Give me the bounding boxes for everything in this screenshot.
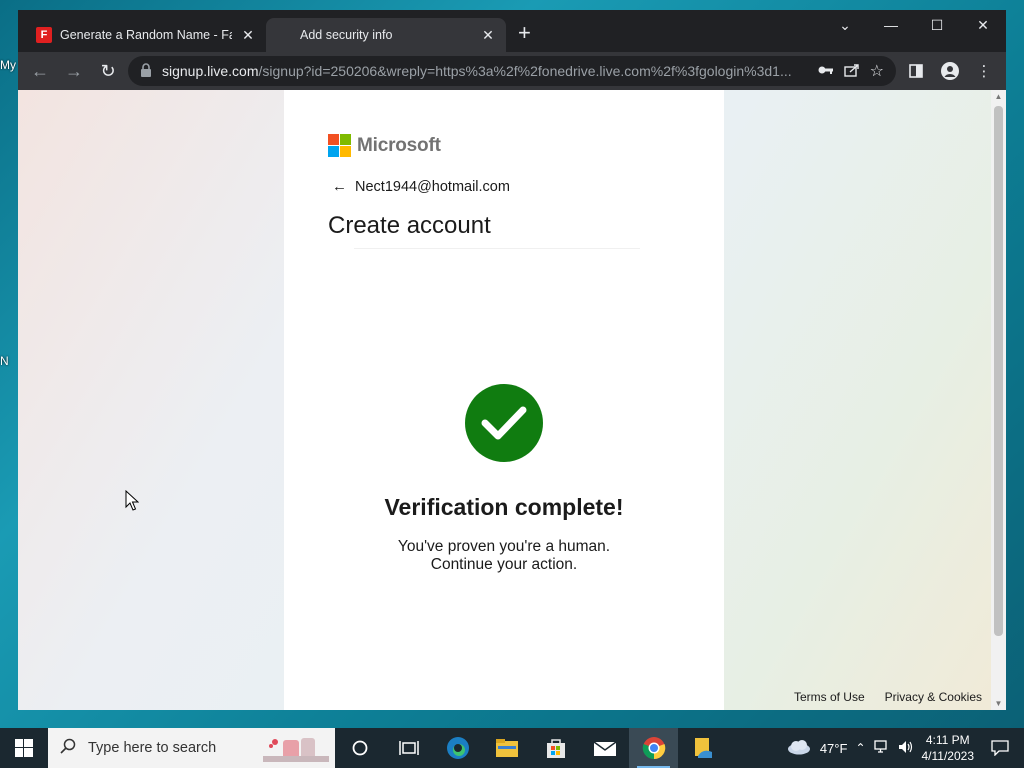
windows-start-icon[interactable]	[0, 728, 48, 768]
mouse-cursor-icon	[125, 489, 140, 517]
tab-search-dropdown-icon[interactable]: ⌄	[822, 10, 868, 40]
minimize-button[interactable]: —	[868, 10, 914, 40]
page-viewport: Microsoft ← Nect1944@hotmail.com Create …	[18, 90, 1006, 710]
window-controls: ⌄ — ☐ ✕	[822, 10, 1006, 40]
file-explorer-icon[interactable]	[482, 728, 531, 768]
chrome-icon[interactable]	[629, 728, 678, 768]
clock[interactable]: 4:11 PM 4/11/2023	[922, 732, 975, 764]
back-arrow-icon[interactable]: ←	[332, 178, 347, 195]
verification-title: Verification complete!	[384, 494, 624, 520]
menu-kebab-icon[interactable]: ⋮	[970, 57, 998, 85]
share-icon[interactable]	[843, 63, 860, 80]
taskbar-search-box[interactable]: Type here to search	[48, 728, 335, 768]
tab-strip: F Generate a Random Name - Fake ✕ Add se…	[18, 10, 1006, 52]
search-highlight-decoration-icon	[263, 738, 329, 762]
tab-title: Generate a Random Name - Fake	[60, 28, 232, 42]
side-panel-icon[interactable]	[902, 57, 930, 85]
weather-cloud-icon[interactable]	[786, 739, 812, 758]
maximize-button[interactable]: ☐	[914, 10, 960, 40]
close-icon[interactable]: ✕	[240, 27, 256, 44]
store-icon[interactable]	[531, 728, 580, 768]
desktop-label-fragment: N	[0, 354, 9, 368]
browser-window: F Generate a Random Name - Fake ✕ Add se…	[18, 10, 1006, 710]
clock-time: 4:11 PM	[925, 733, 970, 747]
url-text[interactable]: signup.live.com/signup?id=250206&wreply=…	[162, 63, 808, 79]
browser-toolbar: ← → ↻ signup.live.com/signup?id=250206&w…	[18, 52, 1006, 90]
files-app-icon[interactable]	[678, 728, 727, 768]
scroll-down-arrow-icon[interactable]: ▼	[991, 699, 1006, 708]
clock-date: 4/11/2023	[921, 749, 975, 763]
verification-line: You've proven you're a human.	[397, 538, 611, 555]
close-window-button[interactable]: ✕	[960, 10, 1006, 40]
cortana-icon[interactable]	[335, 728, 384, 768]
task-view-icon[interactable]	[384, 728, 433, 768]
search-icon	[60, 738, 76, 758]
lock-icon[interactable]	[140, 62, 152, 80]
terms-of-use-link[interactable]: Terms of Use	[794, 690, 865, 704]
profile-icon[interactable]	[936, 57, 964, 85]
tab-add-security-info[interactable]: Add security info ✕	[266, 18, 506, 52]
microsoft-logo: Microsoft	[328, 134, 441, 157]
url-host: signup.live.com	[162, 63, 259, 79]
search-placeholder: Type here to search	[88, 740, 217, 756]
mail-icon[interactable]	[580, 728, 629, 768]
system-tray: 47°F ⌃ 4:11 PM 4/11/2023	[786, 728, 1024, 768]
microsoft-logo-icon	[328, 134, 351, 157]
back-arrow-icon[interactable]: ←	[26, 57, 54, 85]
scroll-up-arrow-icon[interactable]: ▲	[991, 92, 1006, 101]
tab-fake-name-generator[interactable]: F Generate a Random Name - Fake ✕	[26, 18, 266, 52]
fakename-f-icon: F	[36, 27, 52, 43]
forward-arrow-icon[interactable]: →	[60, 57, 88, 85]
scrollbar-thumb[interactable]	[994, 106, 1003, 636]
checkmark-icon	[465, 384, 543, 462]
volume-icon[interactable]	[898, 740, 914, 757]
page-title: Create account	[328, 212, 491, 239]
edge-icon[interactable]	[433, 728, 482, 768]
notification-icon[interactable]	[982, 740, 1018, 756]
new-tab-button[interactable]: +	[518, 20, 531, 46]
identity-banner[interactable]: ← Nect1944@hotmail.com	[332, 178, 510, 195]
reload-icon[interactable]: ↻	[94, 57, 122, 85]
signup-card: Microsoft ← Nect1944@hotmail.com Create …	[284, 90, 724, 710]
verification-line: Continue your action.	[430, 556, 578, 573]
brand-name: Microsoft	[357, 134, 441, 156]
tab-title: Add security info	[300, 28, 393, 42]
address-bar[interactable]: signup.live.com/signup?id=250206&wreply=…	[128, 56, 896, 86]
url-path: /signup?id=250206&wreply=https%3a%2f%2fo…	[258, 63, 792, 79]
key-icon[interactable]	[818, 63, 834, 79]
verification-message: You've proven you're a human. Continue y…	[284, 538, 724, 574]
microsoft-logo-icon	[276, 27, 292, 43]
account-email: Nect1944@hotmail.com	[355, 178, 510, 195]
page-footer: Terms of Use Privacy & Cookies	[794, 690, 982, 704]
scrollbar[interactable]: ▲ ▼	[991, 90, 1006, 710]
privacy-cookies-link[interactable]: Privacy & Cookies	[885, 690, 982, 704]
weather-temperature[interactable]: 47°F	[820, 741, 848, 756]
bookmark-star-icon[interactable]: ☆	[870, 61, 884, 81]
taskbar: Type here to search 47°F ⌃ 4:11 PM 4/11/…	[0, 728, 1024, 768]
network-icon[interactable]	[873, 739, 890, 757]
desktop-label-fragment: My	[0, 58, 16, 72]
chevron-up-icon[interactable]: ⌃	[855, 741, 865, 755]
divider	[354, 248, 640, 249]
close-icon[interactable]: ✕	[480, 27, 496, 44]
